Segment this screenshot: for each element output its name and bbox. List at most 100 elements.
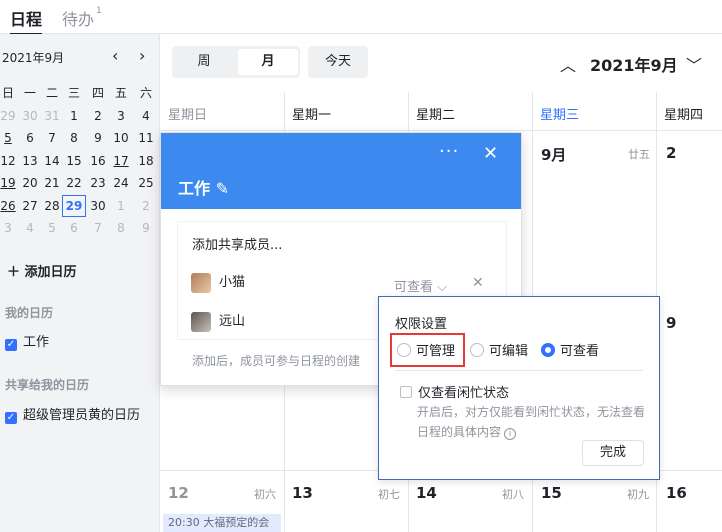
mini-calendar-day[interactable]: 21 xyxy=(40,172,64,194)
mini-calendar-day[interactable]: 28 xyxy=(40,195,64,217)
mini-calendar-day[interactable]: 5 xyxy=(40,217,64,239)
calendar-item-work[interactable]: ✓ 工作 xyxy=(5,331,49,351)
mini-calendar-day[interactable]: 3 xyxy=(0,217,20,239)
mini-calendar-day[interactable]: 24 xyxy=(109,172,133,194)
mini-calendar-day[interactable]: 31 xyxy=(40,105,64,127)
mini-calendar-day[interactable]: 16 xyxy=(86,150,110,172)
current-month-title: 2021年9月 xyxy=(590,56,678,75)
radio-unchecked-icon xyxy=(470,343,484,357)
mini-calendar-day[interactable]: 4 xyxy=(134,105,158,127)
mini-calendar-day[interactable]: 13 xyxy=(18,150,42,172)
mini-calendar-day[interactable]: 20 xyxy=(18,172,42,194)
mini-calendar-day[interactable]: 10 xyxy=(109,127,133,149)
day-cell-lunar: 初八 xyxy=(502,488,524,501)
mini-calendar-day[interactable]: 9 xyxy=(86,127,110,149)
day-cell-lunar: 廿五 xyxy=(628,148,650,161)
day-cell-number[interactable]: 2 xyxy=(666,144,676,162)
day-cell-number[interactable]: 9月 xyxy=(541,144,566,165)
mini-calendar-day[interactable]: 27 xyxy=(18,195,42,217)
mini-calendar-prev-icon[interactable]: ‹ xyxy=(112,46,118,65)
calendar-event[interactable]: 20:30 大福预定的会 xyxy=(163,514,281,532)
weekday-header-current: 星期三 xyxy=(540,108,580,123)
grid-line xyxy=(160,130,722,131)
busy-only-checkbox[interactable]: 仅查看闲忙状态 xyxy=(400,382,509,401)
close-icon[interactable]: ✕ xyxy=(483,143,498,164)
mini-calendar-day[interactable]: 7 xyxy=(40,127,64,149)
mini-calendar-day[interactable]: 4 xyxy=(18,217,42,239)
radio-edit[interactable]: 可编辑 xyxy=(470,340,528,359)
view-week-button[interactable]: 周 xyxy=(174,49,234,75)
radio-view[interactable]: 可查看 xyxy=(541,340,599,359)
mini-calendar-day[interactable]: 23 xyxy=(86,172,110,194)
mini-calendar-day[interactable]: 12 xyxy=(0,150,20,172)
radio-label: 可管理 xyxy=(416,344,456,359)
radio-unchecked-icon xyxy=(397,343,411,357)
view-switcher: 周 月 xyxy=(172,46,300,78)
day-cell-number[interactable]: 12 xyxy=(168,484,189,502)
mini-calendar-day[interactable]: 29 xyxy=(0,105,20,127)
day-cell-number[interactable]: 15 xyxy=(541,484,562,502)
day-cell-number[interactable]: 13 xyxy=(292,484,313,502)
chevron-down-icon[interactable]: ﹀ xyxy=(686,52,702,76)
sidebar: 2021年9月 ‹ › 日一二三四五六 29 30 31 1 2 3 4 5 6 7 8 9 10 11 12… xyxy=(0,34,160,532)
add-member-input[interactable]: 添加共享成员... xyxy=(192,234,282,253)
mini-calendar-day[interactable]: 25 xyxy=(134,172,158,194)
view-month-button[interactable]: 月 xyxy=(238,49,298,75)
mini-calendar-day[interactable]: 8 xyxy=(109,217,133,239)
mini-calendar-day[interactable]: 18 xyxy=(134,150,158,172)
edit-pencil-icon[interactable]: ✎ xyxy=(216,179,229,198)
mini-calendar-day[interactable]: 8 xyxy=(62,127,86,149)
mini-calendar-day[interactable]: 2 xyxy=(134,195,158,217)
permission-value: 可查看 xyxy=(394,280,434,295)
mini-calendar-day[interactable]: 19 xyxy=(0,172,20,194)
tab-schedule[interactable]: 日程 xyxy=(10,6,43,35)
calendar-item-shared[interactable]: ✓ 超级管理员黄的日历 xyxy=(5,404,140,424)
permission-select[interactable]: 可查看 ⌵ xyxy=(394,276,447,295)
remove-member-icon[interactable]: ✕ xyxy=(472,275,484,291)
checkbox-checked-icon[interactable]: ✓ xyxy=(5,339,17,351)
mini-calendar-day[interactable]: 6 xyxy=(18,127,42,149)
popup-title: 工作 ✎ xyxy=(178,175,229,199)
mini-calendar-day[interactable]: 1 xyxy=(62,105,86,127)
mini-calendar-day[interactable]: 30 xyxy=(86,195,110,217)
mini-calendar-day[interactable]: 11 xyxy=(134,127,158,149)
mini-calendar-day[interactable]: 15 xyxy=(62,150,86,172)
mini-weekday: 一 xyxy=(23,86,36,100)
mini-calendar-day[interactable]: 6 xyxy=(62,217,86,239)
mini-calendar-next-icon[interactable]: › xyxy=(139,46,145,65)
checkbox-checked-icon[interactable]: ✓ xyxy=(5,412,17,424)
chevron-up-icon[interactable]: ︿ xyxy=(560,52,576,76)
radio-manage[interactable]: 可管理 xyxy=(397,340,455,359)
tab-todo[interactable]: 待办 1 xyxy=(62,6,102,30)
mini-calendar-day[interactable]: 30 xyxy=(18,105,42,127)
mini-calendar-day[interactable]: 5 xyxy=(0,127,20,149)
done-button[interactable]: 完成 xyxy=(582,440,644,466)
more-icon[interactable]: ··· xyxy=(439,141,459,162)
add-calendar-button[interactable]: ＋ 添加日历 xyxy=(7,261,77,280)
chevron-down-icon: ⌵ xyxy=(433,280,448,295)
permission-title: 权限设置 xyxy=(395,317,448,332)
mini-calendar-day[interactable]: 7 xyxy=(86,217,110,239)
add-calendar-label: 添加日历 xyxy=(24,265,77,280)
mini-calendar-day[interactable]: 3 xyxy=(109,105,133,127)
mini-calendar-day[interactable]: 1 xyxy=(109,195,133,217)
mini-calendar-day[interactable]: 2 xyxy=(86,105,110,127)
mini-weekday: 二 xyxy=(45,86,58,100)
todo-count-badge: 1 xyxy=(96,6,102,16)
calendar-item-label: 超级管理员黄的日历 xyxy=(23,408,141,423)
top-tab-bar: 日程 待办 1 xyxy=(0,0,722,35)
day-cell-number[interactable]: 9 xyxy=(666,314,676,332)
mini-calendar-day[interactable]: 9 xyxy=(134,217,158,239)
my-calendars-title: 我的日历 xyxy=(5,306,54,320)
today-button[interactable]: 今天 xyxy=(308,46,368,78)
mini-calendar-day[interactable]: 17 xyxy=(109,150,133,172)
day-cell-number[interactable]: 16 xyxy=(666,484,687,502)
plus-icon: ＋ xyxy=(7,265,25,280)
mini-calendar-day[interactable]: 14 xyxy=(40,150,64,172)
mini-calendar-day[interactable]: 22 xyxy=(62,172,86,194)
info-icon[interactable]: i xyxy=(504,428,517,440)
day-cell-number[interactable]: 14 xyxy=(416,484,437,502)
mini-calendar-day[interactable]: 29 xyxy=(62,194,86,217)
mini-calendar-day[interactable]: 26 xyxy=(0,195,20,217)
mini-calendar-week: 12 13 14 15 16 17 18 xyxy=(0,150,160,173)
